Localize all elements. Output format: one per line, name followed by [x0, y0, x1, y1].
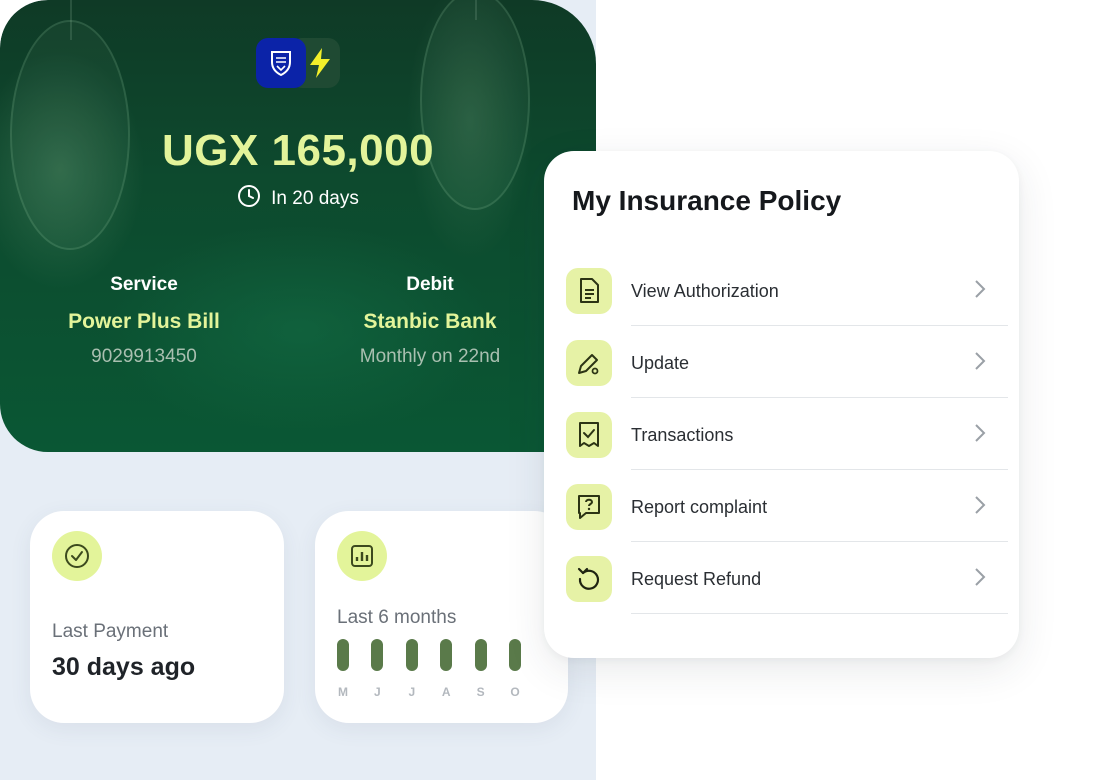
- receipt-check-icon: [566, 412, 612, 458]
- divider: [631, 397, 1008, 398]
- bar: [405, 639, 418, 671]
- month-bar: J: [405, 639, 418, 699]
- debit-info: Debit Stanbic Bank Monthly on 22nd: [300, 274, 560, 368]
- bar: [440, 639, 453, 671]
- debit-bank: Stanbic Bank: [363, 310, 497, 333]
- divider: [631, 325, 1008, 326]
- chevron-right-icon: [972, 350, 988, 377]
- month-label: M: [338, 685, 348, 699]
- divider: [631, 613, 1008, 614]
- bar: [474, 639, 487, 671]
- menu-item-label: Report complaint: [631, 497, 768, 517]
- chevron-right-icon: [972, 422, 988, 449]
- month-label: O: [510, 685, 520, 699]
- bar: [337, 639, 349, 671]
- month-bar: O: [509, 639, 521, 699]
- payment-history-card[interactable]: Last 6 months M J J A S O: [315, 511, 568, 723]
- last-payment-value: 30 days ago: [52, 653, 196, 681]
- menu-item-label: Transactions: [631, 425, 734, 445]
- divider: [631, 541, 1008, 542]
- menu-item-update[interactable]: Update: [566, 340, 1008, 412]
- chevron-right-icon: [972, 566, 988, 593]
- panel-title: My Insurance Policy: [572, 185, 842, 216]
- provider-logos: [256, 38, 340, 88]
- month-bar: A: [440, 639, 453, 699]
- question-message-icon: [566, 484, 612, 530]
- debit-label: Debit: [406, 274, 454, 295]
- service-value: Power Plus Bill: [68, 310, 220, 333]
- chevron-right-icon: [972, 278, 988, 305]
- month-bar: J: [371, 639, 384, 699]
- month-label: A: [441, 685, 451, 699]
- month-bar: M: [337, 639, 349, 699]
- check-circle-icon: [52, 531, 102, 581]
- last-payment-card[interactable]: Last Payment 30 days ago: [30, 511, 284, 723]
- month-bar: S: [474, 639, 487, 699]
- monthly-bars: MJJASO: [337, 639, 527, 699]
- last-payment-label: Last Payment: [52, 621, 169, 642]
- debit-schedule: Monthly on 22nd: [359, 346, 501, 367]
- chevron-right-icon: [972, 494, 988, 521]
- phone-screen: UGX 165,000 In 20 days Service Power Plu…: [0, 0, 596, 780]
- service-info: Service Power Plus Bill 9029913450: [14, 274, 274, 368]
- due-text: In 20 days: [271, 188, 359, 209]
- menu-item-request-refund[interactable]: Request Refund: [566, 556, 1008, 628]
- month-label: J: [408, 685, 416, 699]
- bar: [509, 639, 521, 671]
- edit-icon: [566, 340, 612, 386]
- service-account-number: 9029913450: [91, 346, 197, 367]
- bar-chart-icon: [337, 531, 387, 581]
- insurance-policy-panel: My Insurance Policy View Authorization U…: [544, 151, 1019, 658]
- refund-icon: [566, 556, 612, 602]
- divider: [631, 469, 1008, 470]
- menu-item-label: Request Refund: [631, 569, 762, 589]
- clock-icon: [237, 184, 261, 214]
- document-icon: [566, 268, 612, 314]
- bill-amount: UGX 165,000: [161, 126, 435, 175]
- service-label: Service: [110, 274, 178, 295]
- light-bulb-decoration: [420, 0, 530, 210]
- menu-item-transactions[interactable]: Transactions: [566, 412, 1008, 484]
- menu-item-label: View Authorization: [631, 281, 779, 301]
- menu-item-label: Update: [631, 353, 690, 373]
- menu-item-view-authorization[interactable]: View Authorization: [566, 268, 1008, 340]
- month-label: S: [476, 685, 485, 699]
- month-label: J: [374, 685, 381, 699]
- bill-summary-card: UGX 165,000 In 20 days Service Power Plu…: [0, 0, 596, 452]
- bar: [371, 639, 384, 671]
- menu-item-report-complaint[interactable]: Report complaint: [566, 484, 1008, 556]
- due-info: In 20 days: [0, 184, 596, 214]
- history-label: Last 6 months: [337, 607, 457, 628]
- bank-logo-icon: [256, 38, 306, 88]
